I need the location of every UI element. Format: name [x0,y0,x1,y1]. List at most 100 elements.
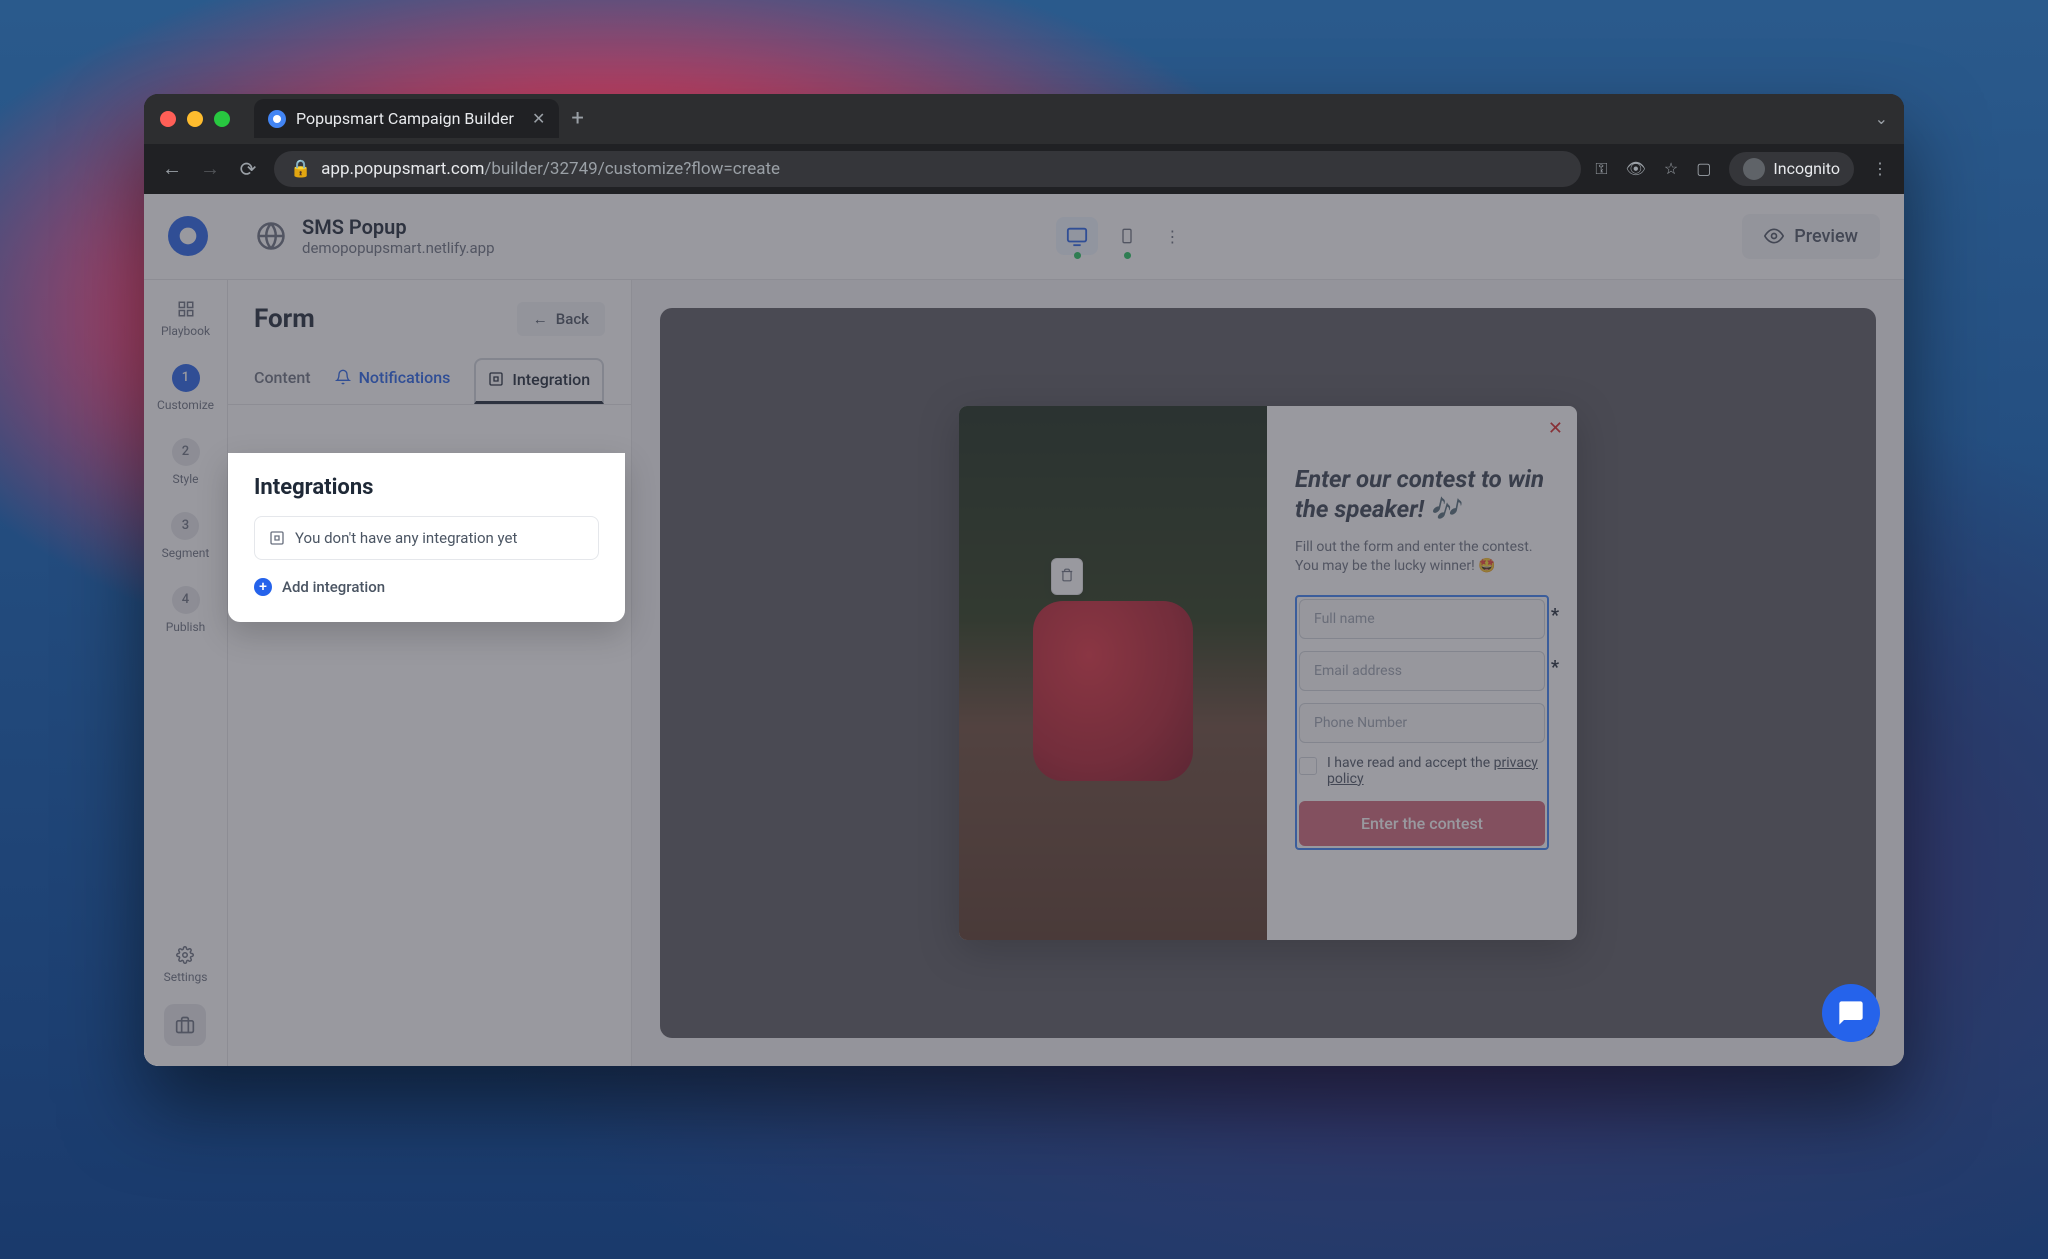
integration-icon [488,371,504,387]
selected-form-block[interactable]: Full name * Email address * Phone Number [1295,595,1549,850]
globe-icon [256,221,286,251]
gear-icon [176,946,194,964]
sidebar-label: Customize [157,398,214,412]
canvas: ✕ Enter our contest to win the speaker! … [632,280,1904,1066]
editor-panel: Form ← Back Content Notifications Integr… [228,280,632,1066]
popup-preview: ✕ Enter our contest to win the speaker! … [959,406,1577,940]
privacy-checkbox-row[interactable]: I have read and accept the privacy polic… [1299,755,1545,787]
new-tab-button[interactable]: + [571,106,583,131]
reload-icon[interactable]: ⟳ [236,157,260,181]
preview-label: Preview [1794,226,1858,247]
popover-title: Integrations [254,475,599,500]
close-window-button[interactable] [160,111,176,127]
incognito-label: Incognito [1773,159,1840,178]
sidebar-item-publish[interactable]: 4 Publish [166,586,206,634]
back-button[interactable]: ← Back [517,302,605,336]
tab-favicon [268,110,286,128]
chat-icon [1837,999,1865,1027]
fullname-input[interactable]: Full name [1299,599,1545,639]
empty-state-box: You don't have any integration yet [254,516,599,560]
eye-icon [1764,226,1784,246]
sidebar-item-customize[interactable]: 1 Customize [157,364,214,412]
browser-titlebar: Popupsmart Campaign Builder ✕ + ⌄ [144,94,1904,144]
tab-title: Popupsmart Campaign Builder [296,109,514,128]
device-toggle: ⋮ [1056,217,1180,255]
browser-window: Popupsmart Campaign Builder ✕ + ⌄ ← → ⟳ … [144,94,1904,1066]
sidebar-item-segment[interactable]: 3 Segment [162,512,210,560]
sidebar-label: Publish [166,620,206,634]
star-icon[interactable]: ☆ [1664,159,1678,178]
add-integration-button[interactable]: + Add integration [254,578,599,596]
delete-element-tooltip[interactable] [1051,558,1083,595]
canvas-inner[interactable]: ✕ Enter our contest to win the speaker! … [660,308,1876,1038]
tab-integration[interactable]: Integration [474,358,604,404]
tab-content[interactable]: Content [254,358,311,404]
back-label: Back [556,310,589,328]
popup-description[interactable]: Fill out the form and enter the contest.… [1295,538,1549,577]
speaker-graphic [1033,601,1193,781]
panel-icon[interactable]: ▢ [1696,159,1711,178]
phone-input[interactable]: Phone Number [1299,703,1545,743]
step-badge: 1 [172,364,200,392]
tab-notifications[interactable]: Notifications [335,358,451,404]
chat-widget-button[interactable] [1822,984,1880,1042]
mobile-icon [1119,225,1135,247]
sidebar-item-style[interactable]: 2 Style [172,438,200,486]
app-logo[interactable] [168,216,208,256]
desktop-device-button[interactable] [1056,217,1098,255]
preview-button[interactable]: Preview [1742,214,1880,259]
sidebar-label: Style [172,472,198,486]
integration-icon [269,530,285,546]
sidebar-label: Segment [162,546,210,560]
eye-off-icon[interactable]: 👁 [1626,159,1646,178]
popup-image[interactable] [959,406,1267,940]
lock-icon: 🔒 [290,159,311,179]
url-path: /builder/32749/customize?flow=create [484,159,780,179]
kebab-menu-icon[interactable]: ⋮ [1872,159,1888,178]
required-icon: * [1551,605,1559,626]
submit-button[interactable]: Enter the contest [1299,801,1545,846]
browser-tab[interactable]: Popupsmart Campaign Builder ✕ [254,99,559,138]
grid-icon [177,300,195,318]
workspace-button[interactable] [164,1004,206,1046]
popup-close-icon[interactable]: ✕ [1548,418,1563,439]
arrow-left-icon: ← [533,310,548,328]
required-icon: * [1551,657,1559,678]
sidebar: Playbook 1 Customize 2 Style 3 Segment 4… [144,280,228,1066]
traffic-lights [160,111,230,127]
incognito-badge[interactable]: Incognito [1729,152,1854,186]
maximize-window-button[interactable] [214,111,230,127]
app-content: SMS Popup demopopupsmart.netlify.app ⋮ P… [144,194,1904,1066]
chevron-down-icon[interactable]: ⌄ [1875,109,1888,128]
sidebar-item-settings[interactable]: Settings [164,946,208,984]
empty-message: You don't have any integration yet [295,529,517,547]
back-icon[interactable]: ← [160,156,184,181]
step-badge: 2 [172,438,200,466]
forward-icon[interactable]: → [198,156,222,181]
email-input[interactable]: Email address [1299,651,1545,691]
popup-form: Enter our contest to win the speaker! 🎶 … [1267,406,1577,940]
desktop-icon [1066,225,1088,247]
popup-name: SMS Popup [302,215,495,239]
kebab-menu-icon[interactable]: ⋮ [1164,227,1180,246]
add-integration-label: Add integration [282,578,385,596]
incognito-icon [1743,158,1765,180]
url-bar[interactable]: 🔒 app.popupsmart.com/builder/32749/custo… [274,151,1581,187]
step-badge: 4 [172,586,200,614]
sidebar-label: Settings [164,970,208,984]
sidebar-item-playbook[interactable]: Playbook [161,300,210,338]
popup-domain: demopopupsmart.netlify.app [302,239,495,257]
trash-icon [1060,568,1074,582]
briefcase-icon [175,1015,195,1035]
panel-tabs: Content Notifications Integration [228,358,631,405]
mobile-device-button[interactable] [1106,217,1148,255]
url-host: app.popupsmart.com [321,159,484,179]
checkbox-icon[interactable] [1299,757,1317,775]
key-icon[interactable]: ⚿ [1595,159,1607,179]
minimize-window-button[interactable] [187,111,203,127]
tab-close-icon[interactable]: ✕ [532,109,545,128]
sidebar-label: Playbook [161,324,210,338]
app-header: SMS Popup demopopupsmart.netlify.app ⋮ P… [144,194,1904,280]
plus-circle-icon: + [254,578,272,596]
popup-heading[interactable]: Enter our contest to win the speaker! 🎶 [1295,464,1549,524]
